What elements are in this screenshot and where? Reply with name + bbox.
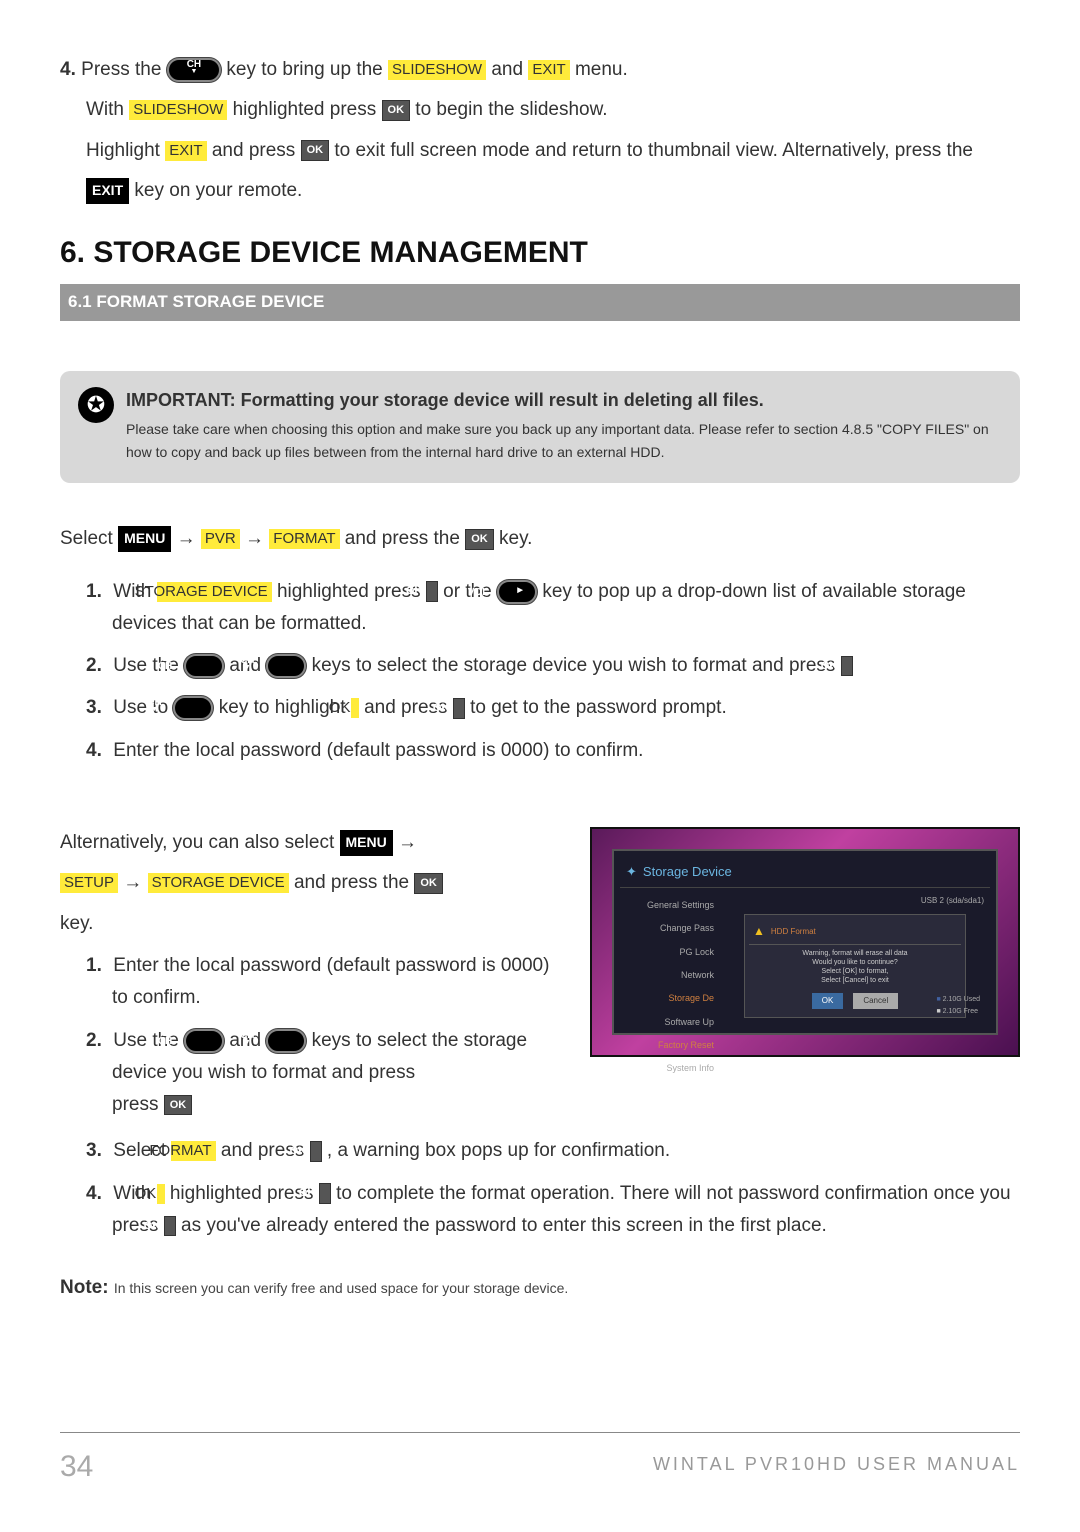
ok-key-icon: OK: [310, 1141, 322, 1162]
list-item: 3. Use to CH key to highlight OK and pre…: [86, 692, 1020, 724]
list-item: 2. Use the CH and CH keys to select the …: [86, 1025, 570, 1122]
tv-ok-button: OK: [812, 993, 844, 1009]
ok-label: OK: [157, 1184, 165, 1204]
top-step4: 4. Press the CH key to bring up the SLID…: [60, 54, 1020, 207]
main-steps-list: 1. With STORAGE DEVICE highlighted press…: [60, 576, 1020, 767]
storage-device-label: STORAGE DEVICE: [157, 582, 272, 602]
ok-key-icon: OK: [164, 1095, 193, 1116]
important-title: IMPORTANT: Formatting your storage devic…: [126, 385, 1002, 416]
ok-key-icon: OK: [453, 698, 465, 719]
ok-key-icon: OK: [465, 529, 494, 550]
ok-key-icon: OK: [426, 581, 438, 602]
footer-title: WINTAL PVR10HD USER MANUAL: [653, 1441, 1020, 1492]
vol-right-key-icon: VOL: [497, 580, 537, 604]
ch-up-key-icon: CH: [184, 1029, 224, 1053]
exit-key-label: EXIT: [86, 178, 129, 204]
ok-key-icon: OK: [319, 1183, 331, 1204]
alt-instructions: Alternatively, you can also select MENU …: [60, 827, 570, 1131]
step-number: 4.: [60, 59, 76, 80]
page-content: 4. Press the CH key to bring up the SLID…: [60, 54, 1020, 1305]
ch-down-key-icon: CH: [266, 654, 306, 678]
page-number: 34: [60, 1441, 93, 1492]
tv-screenshot: Storage Device General Settings Change P…: [590, 827, 1020, 1057]
list-item: 2. Use the CH and CH keys to select the …: [86, 650, 1020, 682]
menu-key-label: MENU: [118, 526, 171, 552]
format-label: FORMAT: [171, 1141, 215, 1161]
pvr-label: PVR: [201, 529, 240, 549]
select-instruction: Select MENU → PVR → FORMAT and press the…: [60, 523, 1020, 555]
important-icon: ✪: [78, 387, 114, 423]
list-item: 1. With STORAGE DEVICE highlighted press…: [86, 576, 1020, 641]
warning-icon: ▲: [753, 921, 765, 941]
alt-steps-continued: 3. Select FORMAT and press OK , a warnin…: [60, 1135, 1020, 1242]
list-item: 4. With OK highlighted press OK to compl…: [86, 1178, 1020, 1243]
tv-format-dialog: ▲HDD Format Warning, format will erase a…: [744, 914, 966, 1017]
tv-dialog-title: Storage Device: [620, 857, 990, 888]
important-body: Please take care when choosing this opti…: [126, 418, 1002, 466]
list-item: 4. Enter the local password (default pas…: [86, 735, 1020, 767]
ch-up-key-icon: CH: [184, 654, 224, 678]
slideshow-label: SLIDESHOW: [129, 100, 227, 120]
menu-key-label: MENU: [340, 830, 393, 856]
tv-cancel-button: Cancel: [853, 993, 898, 1009]
setup-label: SETUP: [60, 873, 118, 893]
subsection-bar: 6.1 FORMAT STORAGE DEVICE: [60, 284, 1020, 321]
list-item: 1. Enter the local password (default pas…: [86, 950, 570, 1015]
important-callout: ✪ IMPORTANT: Formatting your storage dev…: [60, 371, 1020, 483]
note: Note: In this screen you can verify free…: [60, 1272, 1020, 1304]
tv-menu: General Settings Change Pass PG Lock Net…: [620, 888, 720, 1028]
ok-key-icon: OK: [164, 1216, 176, 1237]
ok-key-icon: OK: [301, 140, 330, 161]
storage-device-label: STORAGE DEVICE: [148, 873, 289, 893]
format-label: FORMAT: [269, 529, 339, 549]
exit-label: EXIT: [528, 60, 569, 80]
ch-down-key-icon: CH: [266, 1029, 306, 1053]
ok-key-icon: OK: [841, 656, 853, 677]
tv-storage-legend: 2.10G Used 2.10G Free: [936, 994, 980, 1018]
ch-down-key-icon: CH: [167, 58, 221, 82]
ch-down-key-icon: CH: [173, 696, 213, 720]
page-footer: 34 WINTAL PVR10HD USER MANUAL: [60, 1432, 1020, 1492]
ok-key-icon: OK: [414, 873, 443, 894]
slideshow-label: SLIDESHOW: [388, 60, 486, 80]
exit-label: EXIT: [165, 141, 206, 161]
ok-label: OK: [351, 698, 359, 718]
list-item: 3. Select FORMAT and press OK , a warnin…: [86, 1135, 1020, 1167]
ok-key-icon: OK: [382, 100, 411, 121]
section-heading: 6. STORAGE DEVICE MANAGEMENT: [60, 227, 1020, 278]
